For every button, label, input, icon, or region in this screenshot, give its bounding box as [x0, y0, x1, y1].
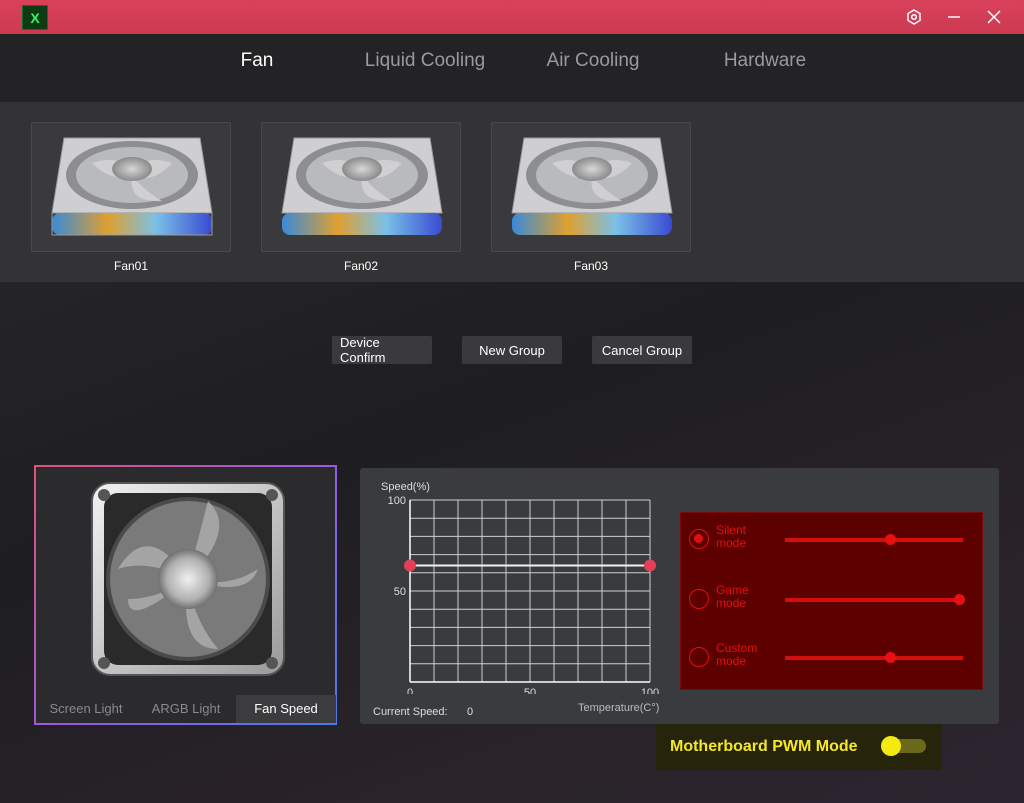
tab-hardware[interactable]: Hardware	[690, 50, 840, 90]
fan-curve-chart[interactable]: 100 50 0 50 100	[380, 494, 670, 694]
fan-icon	[281, 137, 443, 235]
custom-mode-radio[interactable]	[689, 647, 709, 667]
new-group-button[interactable]: New Group	[462, 336, 562, 364]
minimize-icon[interactable]	[940, 5, 968, 29]
chart-ylabel: Speed(%)	[381, 481, 430, 493]
fan-label-fan02: Fan02	[343, 259, 379, 273]
custom-mode-label: Custom mode	[716, 641, 758, 668]
fan-label-fan01: Fan01	[113, 259, 149, 273]
pwm-mode-label: Motherboard PWM Mode	[670, 738, 858, 755]
fan-label-fan03: Fan03	[573, 259, 609, 273]
fan-device-list: Fan01 Fan02 Fan03	[0, 102, 1024, 282]
chart-xlabel: Temperature(C°)	[578, 702, 660, 714]
cancel-group-button[interactable]: Cancel Group	[592, 336, 692, 364]
game-mode-label: Game mode	[716, 583, 749, 610]
x-tick-label: 0	[407, 687, 413, 694]
current-speed-value: 0	[467, 706, 474, 718]
fan-card-fan03[interactable]	[491, 122, 691, 252]
fan-card-fan01[interactable]	[31, 122, 231, 252]
curve-control-point[interactable]	[644, 559, 656, 572]
fan-preview-icon	[91, 482, 285, 676]
game-mode-radio[interactable]	[689, 589, 709, 609]
x-tick-label: 100	[641, 687, 659, 694]
silent-mode-label: Silent mode	[716, 523, 747, 550]
fan-preview-panel: Screen Light ARGB Light Fan Speed	[34, 465, 337, 725]
title-bar: X	[0, 0, 1024, 34]
main-tabs: Fan Liquid Cooling Air Cooling Hardware	[0, 34, 1024, 105]
fan-icon	[511, 137, 673, 235]
slider-knob[interactable]	[954, 594, 965, 605]
tab-liquid-cooling-label: Liquid Cooling	[364, 50, 486, 71]
curve-control-point[interactable]	[404, 559, 416, 572]
mode-row-game: Game mode	[681, 579, 984, 619]
mode-row-custom: Custom mode	[681, 637, 984, 677]
tab-screen-light[interactable]: Screen Light	[36, 695, 136, 723]
fan-card-fan02[interactable]	[261, 122, 461, 252]
y-tick-label: 50	[394, 586, 406, 598]
tab-fan[interactable]: Fan	[182, 50, 332, 105]
pwm-mode-bar: Motherboard PWM Mode	[656, 724, 942, 770]
game-mode-slider[interactable]	[785, 594, 965, 605]
close-icon[interactable]	[980, 5, 1008, 29]
toggle-knob	[881, 736, 901, 756]
tab-air-cooling-label: Air Cooling	[546, 50, 640, 71]
app-logo-icon: X	[22, 5, 48, 30]
custom-mode-slider[interactable]	[785, 652, 963, 663]
tab-hardware-label: Hardware	[723, 50, 807, 71]
tab-argb-light[interactable]: ARGB Light	[136, 695, 236, 723]
fan-mode-panel: Silent mode Game mode Custom mode	[680, 512, 983, 690]
tab-fan-speed[interactable]: Fan Speed	[236, 695, 336, 723]
pwm-mode-toggle[interactable]	[881, 736, 926, 756]
silent-mode-slider[interactable]	[785, 534, 963, 545]
fan-icon	[51, 137, 213, 236]
mode-row-silent: Silent mode	[681, 519, 984, 559]
slider-knob[interactable]	[885, 652, 896, 663]
settings-icon[interactable]	[900, 5, 928, 29]
silent-mode-radio[interactable]	[689, 529, 709, 549]
slider-knob[interactable]	[885, 534, 896, 545]
current-speed-label: Current Speed:	[373, 706, 448, 718]
x-tick-label: 50	[524, 687, 536, 694]
y-tick-label: 100	[388, 495, 406, 507]
tab-liquid-cooling[interactable]: Liquid Cooling	[350, 50, 500, 90]
device-confirm-button[interactable]: Device Confirm	[332, 335, 432, 365]
tab-fan-label: Fan	[240, 50, 274, 71]
tab-air-cooling[interactable]: Air Cooling	[518, 50, 668, 90]
